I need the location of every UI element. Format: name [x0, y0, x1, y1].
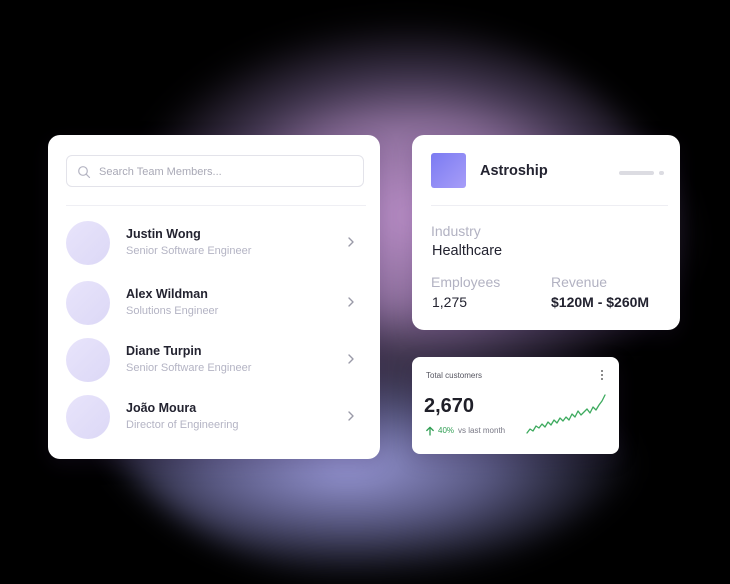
- company-name: Astroship: [480, 163, 548, 179]
- member-row[interactable]: João Moura Director of Engineering: [66, 393, 366, 443]
- placeholder-dot: [659, 171, 664, 175]
- chevron-right-icon[interactable]: [346, 410, 356, 422]
- divider: [66, 205, 366, 206]
- member-row[interactable]: Alex Wildman Solutions Engineer: [66, 279, 366, 329]
- avatar: [66, 281, 110, 325]
- customers-title: Total customers: [426, 371, 483, 380]
- employees-value: 1,275: [432, 294, 468, 310]
- avatar: [66, 395, 110, 439]
- member-name: Alex Wildman: [126, 287, 208, 301]
- member-name: Justin Wong: [126, 227, 201, 241]
- employees-label: Employees: [431, 274, 501, 290]
- industry-label: Industry: [431, 223, 481, 239]
- search-box[interactable]: [66, 155, 364, 188]
- member-role: Solutions Engineer: [126, 305, 219, 317]
- search-input[interactable]: [97, 156, 351, 188]
- canvas: Justin Wong Senior Software Engineer Ale…: [0, 0, 730, 584]
- company-card: Astroship Industry Healthcare Employees …: [412, 135, 680, 330]
- revenue-value: $120M - $260M: [551, 294, 650, 310]
- member-name: João Moura: [126, 401, 197, 415]
- chevron-right-icon[interactable]: [346, 236, 356, 248]
- customers-card: Total customers 2,670 40% vs last month: [412, 357, 619, 454]
- trend-percent: 40%: [438, 426, 455, 435]
- member-row[interactable]: Justin Wong Senior Software Engineer: [66, 219, 366, 269]
- arrow-up-icon: [426, 426, 434, 436]
- member-row[interactable]: Diane Turpin Senior Software Engineer: [66, 336, 366, 386]
- chevron-right-icon[interactable]: [346, 296, 356, 308]
- company-logo: [431, 153, 466, 188]
- sparkline: [526, 394, 606, 434]
- member-role: Senior Software Engineer: [126, 362, 252, 374]
- member-name: Diane Turpin: [126, 344, 202, 358]
- team-members-card: Justin Wong Senior Software Engineer Ale…: [48, 135, 380, 459]
- divider: [431, 205, 668, 206]
- placeholder-bar: [619, 171, 654, 175]
- chevron-right-icon[interactable]: [346, 353, 356, 365]
- customers-value: 2,670: [424, 395, 475, 417]
- avatar: [66, 221, 110, 265]
- more-vertical-icon[interactable]: [600, 369, 604, 381]
- revenue-label: Revenue: [551, 274, 608, 290]
- avatar: [66, 338, 110, 382]
- industry-value: Healthcare: [432, 243, 503, 259]
- member-role: Director of Engineering: [126, 419, 239, 431]
- trend-label: vs last month: [458, 426, 506, 435]
- search-icon: [78, 166, 91, 179]
- member-role: Senior Software Engineer: [126, 245, 252, 257]
